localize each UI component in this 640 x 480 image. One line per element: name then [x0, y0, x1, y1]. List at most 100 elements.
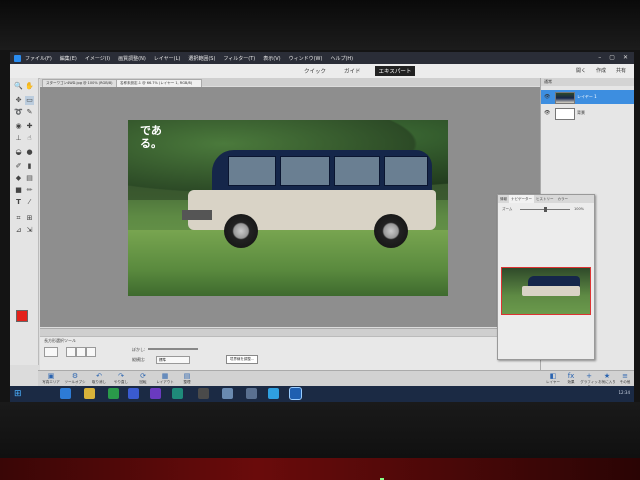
app-icon-6[interactable] [246, 388, 257, 399]
photoshop-elements-icon[interactable] [289, 387, 302, 400]
type-tool-icon[interactable]: T [14, 198, 23, 207]
marquee-tool-icon[interactable]: ▭ [25, 96, 34, 105]
create-button[interactable]: 作成 [596, 67, 606, 74]
brush-tool-icon[interactable]: ✐ [14, 162, 23, 171]
hand-tool-icon[interactable]: ✋ [25, 82, 34, 91]
minimize-icon[interactable]: – [598, 54, 601, 61]
eyedropper-tool-icon[interactable]: ⁄ [25, 198, 34, 207]
photo-bin-button[interactable]: ▣ 写真エリア [40, 372, 62, 385]
tab-color[interactable]: カラー [556, 195, 571, 203]
intersect-selection-button[interactable] [86, 347, 96, 357]
aspect-label: 縦横比: [132, 357, 146, 362]
layer-row-background[interactable]: 👁 背景 [541, 106, 634, 120]
tab-navigator[interactable]: ナビゲーター [509, 195, 534, 203]
redo-button[interactable]: ↷ やり直し [110, 372, 132, 385]
undo-button[interactable]: ↶ 取り消し [88, 372, 110, 385]
tab-guided[interactable]: ガイド [340, 66, 365, 76]
straighten-tool-icon[interactable]: ⊿ [14, 226, 23, 235]
app-icon-2[interactable] [150, 388, 161, 399]
foreground-color-swatch[interactable] [16, 310, 28, 322]
menu-layer[interactable]: レイヤー(L) [154, 55, 181, 62]
content-move-tool-icon[interactable]: ⇲ [25, 226, 34, 235]
menu-view[interactable]: 表示(V) [263, 55, 280, 62]
clone-stamp-tool-icon[interactable]: ⊥ [14, 134, 23, 143]
layout-button[interactable]: ▦ レイアウト [154, 372, 176, 385]
rotate-label: 回転 [139, 380, 147, 384]
panel-bin-bar: ▣写真エリア ⚙ツールオプション ↶取り消し ↷やり直し ⟳回転 ▦レイアウト … [38, 370, 634, 389]
system-clock[interactable]: 12:34 [618, 390, 630, 395]
ie-icon[interactable] [60, 388, 71, 399]
refine-edge-button[interactable]: 境界線を調整... [226, 355, 258, 364]
eraser-tool-icon[interactable]: ▮ [25, 162, 34, 171]
sponge-tool-icon[interactable]: ◒ [14, 148, 23, 157]
zoom-percent: 100% [574, 207, 585, 211]
close-icon[interactable]: ✕ [623, 54, 628, 61]
navigator-thumbnail[interactable] [501, 267, 591, 315]
menu-file[interactable]: ファイル(F) [25, 55, 52, 62]
shape-tool-icon[interactable]: ■ [14, 186, 23, 195]
menu-edit[interactable]: 編集(E) [60, 55, 77, 62]
pencil-tool-icon[interactable]: ✏ [25, 186, 34, 195]
photo-bin-icon: ▣ [47, 372, 55, 380]
more-label: その他 [619, 380, 631, 384]
feather-slider[interactable] [148, 348, 198, 350]
app-icon-1[interactable] [128, 388, 139, 399]
van-bumper [182, 210, 212, 220]
open-button[interactable]: 開く [576, 67, 586, 74]
layers-panel-button[interactable]: ◧ レイヤー [544, 372, 562, 385]
menu-enhance[interactable]: 画質調整(N) [118, 55, 146, 62]
eye-visibility-icon[interactable]: 👁 [544, 90, 550, 104]
eye-visibility-icon[interactable]: 👁 [544, 106, 550, 120]
maximize-icon[interactable]: ▢ [609, 54, 615, 61]
tab-info[interactable]: 情報 [498, 195, 509, 203]
undo-icon: ↶ [96, 372, 102, 380]
navigator-tabs: 情報 ナビゲーター ヒストリー カラー [498, 195, 594, 203]
paint-bucket-tool-icon[interactable]: ◆ [14, 174, 23, 183]
quick-select-tool-icon[interactable]: ✎ [25, 108, 34, 117]
zoom-slider[interactable] [520, 207, 570, 212]
explorer-icon[interactable] [84, 388, 95, 399]
lasso-tool-icon[interactable]: ➰ [14, 108, 23, 117]
organizer-button[interactable]: ▤ 整理 [176, 372, 198, 385]
layout-label: レイアウト [156, 380, 174, 384]
doc-tab-2[interactable]: 名称未設定-1 @ 66.7% (レイヤー 1, RGB/8) [116, 79, 202, 87]
zoom-slider-knob[interactable] [544, 207, 547, 212]
zoom-tool-icon[interactable]: 🔍 [14, 82, 23, 91]
tab-quick[interactable]: クイック [300, 66, 330, 76]
recompose-tool-icon[interactable]: ⊞ [25, 214, 34, 223]
add-selection-button[interactable] [66, 347, 76, 357]
menu-select[interactable]: 選択範囲(S) [188, 55, 215, 62]
new-selection-button[interactable] [44, 347, 58, 357]
app-icon-3[interactable] [172, 388, 183, 399]
gradient-tool-icon[interactable]: ▤ [25, 174, 34, 183]
menu-image[interactable]: イメージ(I) [85, 55, 110, 62]
favorites-panel-button[interactable]: ★ お気に入り [598, 372, 616, 385]
tab-history[interactable]: ヒストリー [534, 195, 556, 203]
menu-filter[interactable]: フィルター(T) [223, 55, 255, 62]
smudge-tool-icon[interactable]: ☝ [25, 134, 34, 143]
menu-window[interactable]: ウィンドウ(W) [289, 55, 323, 62]
doc-tab-1[interactable]: スターワゴン4WD.jpg @ 100% (RGB/8) [42, 79, 120, 87]
windows-start-icon[interactable]: ⊞ [14, 389, 24, 399]
spot-heal-tool-icon[interactable]: ✚ [25, 122, 34, 131]
move-tool-icon[interactable]: ✥ [14, 96, 23, 105]
eye-tool-icon[interactable]: ◉ [14, 122, 23, 131]
dodge-tool-icon[interactable]: ● [25, 148, 34, 157]
canvas-area[interactable]: である。 [40, 87, 540, 327]
share-button[interactable]: 共有 [616, 67, 626, 74]
edge-icon[interactable] [268, 388, 279, 399]
store-icon[interactable] [108, 388, 119, 399]
app-icon-5[interactable] [222, 388, 233, 399]
crop-tool-icon[interactable]: ⌗ [14, 214, 23, 223]
blend-mode-select[interactable]: 通常 [541, 78, 634, 86]
subtract-selection-button[interactable] [76, 347, 86, 357]
layer-row-1[interactable]: 👁 レイヤー 1 [541, 90, 634, 104]
app-icon-4[interactable] [198, 388, 209, 399]
more-panel-button[interactable]: ≡ その他 [616, 372, 634, 385]
aspect-select[interactable]: 標準 [156, 356, 190, 364]
effects-panel-button[interactable]: fx 効果 [562, 372, 580, 385]
tab-expert[interactable]: エキスパート [374, 66, 416, 76]
menu-help[interactable]: ヘルプ(H) [330, 55, 353, 62]
rotate-button[interactable]: ⟳ 回転 [132, 372, 154, 385]
van-illustration [182, 150, 438, 248]
